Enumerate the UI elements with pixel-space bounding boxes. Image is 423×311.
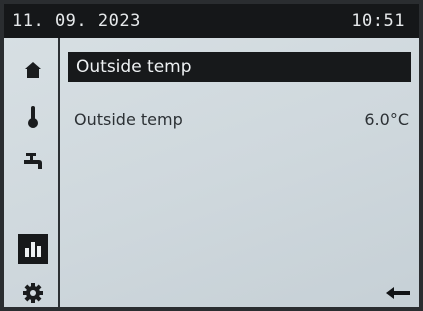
row-value: 6.0°C (364, 109, 409, 129)
list-item[interactable]: Outside temp 6.0°C (74, 106, 409, 132)
display-screen: 11. 09. 2023 10:51 Outside temp Outside … (4, 4, 419, 307)
sidebar-item-temperature[interactable] (18, 102, 48, 132)
back-button[interactable] (384, 284, 412, 302)
sidebar-item-home[interactable] (18, 55, 48, 85)
row-label: Outside temp (74, 109, 183, 129)
sidebar-item-statistics[interactable] (18, 234, 48, 264)
faucet-icon (24, 153, 42, 169)
gear-icon (23, 283, 43, 303)
sidebar (4, 38, 60, 307)
status-time: 10:51 (351, 11, 405, 31)
home-icon (25, 62, 41, 78)
status-bar: 11. 09. 2023 10:51 (4, 4, 419, 38)
back-arrow-icon (386, 287, 410, 299)
device-bezel: 11. 09. 2023 10:51 Outside temp Outside … (0, 0, 423, 311)
status-date: 11. 09. 2023 (12, 11, 141, 31)
sidebar-item-settings[interactable] (18, 278, 48, 307)
bar-chart-icon (25, 242, 41, 257)
page-title: Outside temp (68, 52, 411, 82)
thermometer-icon (28, 106, 38, 128)
main-content: Outside temp Outside temp 6.0°C (68, 38, 419, 307)
sidebar-item-water[interactable] (18, 146, 48, 176)
